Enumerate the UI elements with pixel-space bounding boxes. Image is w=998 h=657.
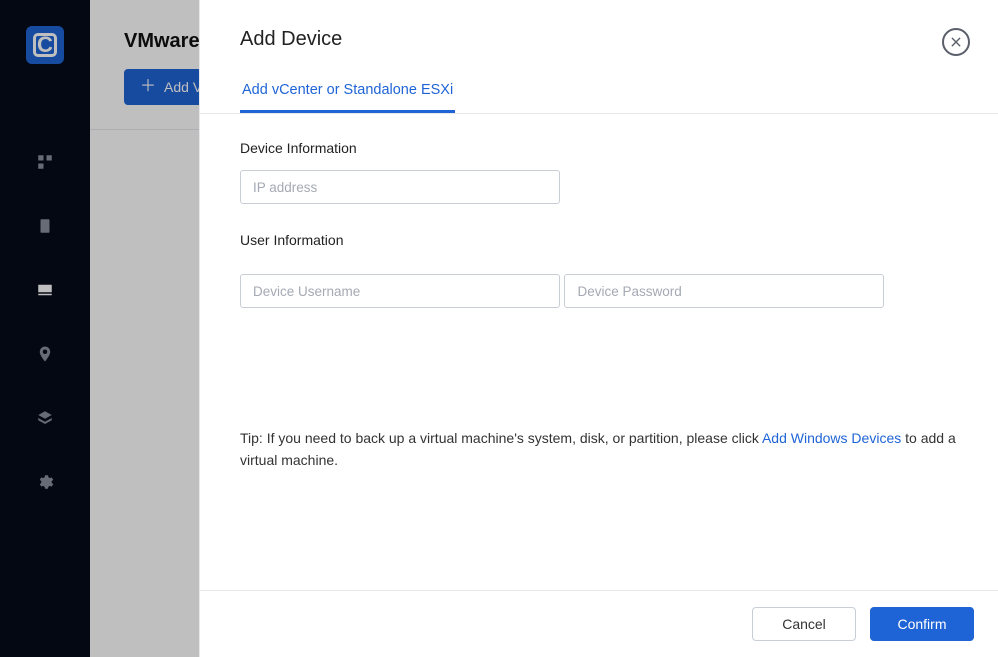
modal-tabs: Add vCenter or Standalone ESXi xyxy=(200,62,998,114)
confirm-button[interactable]: Confirm xyxy=(870,607,974,641)
add-device-form: Device Information User Information xyxy=(200,114,998,318)
form-spacer xyxy=(200,318,998,428)
close-icon xyxy=(949,35,963,49)
tip-text: Tip: If you need to back up a virtual ma… xyxy=(200,428,998,487)
close-button[interactable] xyxy=(942,28,970,56)
tip-prefix: Tip: If you need to back up a virtual ma… xyxy=(240,430,762,446)
user-info-label: User Information xyxy=(240,232,958,248)
add-windows-devices-link[interactable]: Add Windows Devices xyxy=(762,430,901,446)
modal-title: Add Device xyxy=(240,28,342,51)
tab-add-vcenter-esxi[interactable]: Add vCenter or Standalone ESXi xyxy=(240,72,455,113)
user-info-section: User Information xyxy=(240,232,958,308)
add-device-modal: Add Device Add vCenter or Standalone ESX… xyxy=(199,0,998,657)
modal-footer: Cancel Confirm xyxy=(200,590,998,657)
device-username-input[interactable] xyxy=(240,274,560,308)
app-root: C VMware xyxy=(0,0,998,657)
device-info-label: Device Information xyxy=(240,140,958,156)
device-password-input[interactable] xyxy=(564,274,884,308)
cancel-button[interactable]: Cancel xyxy=(752,607,856,641)
ip-address-input[interactable] xyxy=(240,170,560,204)
device-info-section: Device Information xyxy=(240,140,958,204)
